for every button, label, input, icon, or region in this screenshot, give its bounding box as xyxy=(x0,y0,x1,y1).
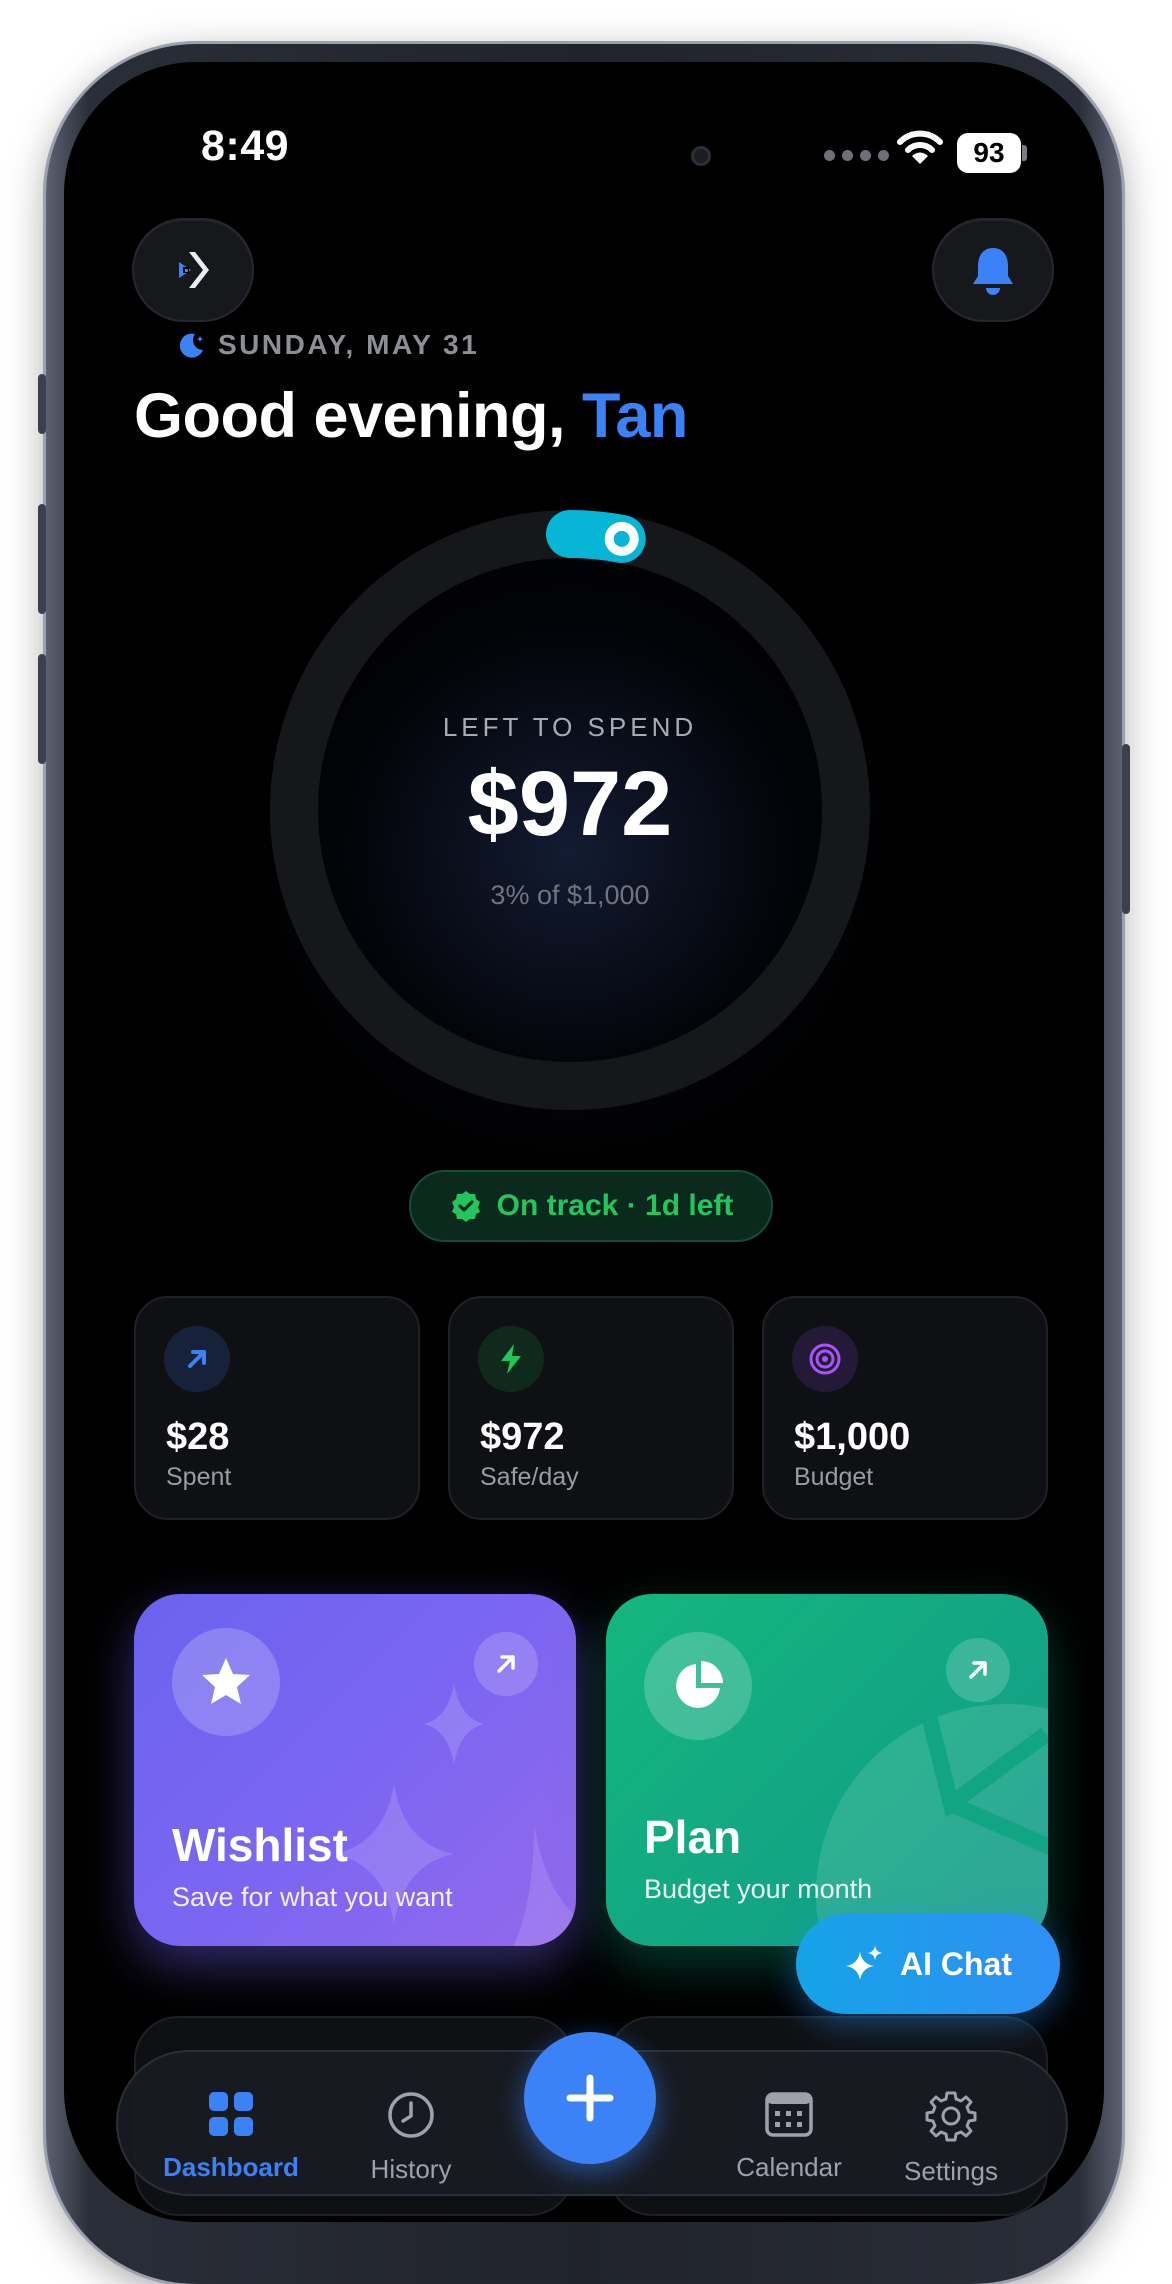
gear-icon xyxy=(925,2091,977,2142)
plus-icon xyxy=(566,2074,614,2122)
tab-label: History xyxy=(370,2154,452,2184)
verified-check-icon xyxy=(451,1191,480,1222)
tab-dashboard[interactable]: Dashboard xyxy=(146,2090,316,2183)
ai-chat-label: AI Chat xyxy=(900,1945,1012,1982)
stat-card-budget[interactable]: $1,000 Budget xyxy=(762,1296,1048,1520)
stat-label: Spent xyxy=(166,1463,232,1491)
pie-chart-decoration-icon xyxy=(816,1702,1048,1946)
battery-indicator: 93 xyxy=(957,133,1021,173)
bell-icon xyxy=(973,248,1013,295)
tab-calendar[interactable]: Calendar xyxy=(704,2090,874,2183)
grid-icon xyxy=(209,2092,253,2136)
target-icon xyxy=(792,1326,858,1392)
stat-label: Safe/day xyxy=(480,1463,579,1491)
plan-title: Plan xyxy=(644,1811,742,1863)
date-line: SUNDAY, MAY 31 xyxy=(176,329,479,361)
on-track-text: On track · 1d left xyxy=(496,1189,734,1222)
stat-label: Budget xyxy=(794,1463,874,1491)
moon-icon xyxy=(179,333,203,358)
battery-tip xyxy=(1022,145,1027,161)
tab-label: Calendar xyxy=(736,2152,842,2182)
wishlist-card[interactable]: Wishlist Save for what you want xyxy=(134,1594,576,1946)
app-logo-button[interactable] xyxy=(132,218,254,322)
sparkles-icon xyxy=(846,1946,882,1980)
left-to-spend-label: LEFT TO SPEND xyxy=(442,712,698,742)
front-camera xyxy=(691,146,711,166)
budget-percent-text: 3% of $1,000 xyxy=(490,880,650,910)
stat-card-spent[interactable]: $28 Spent xyxy=(134,1296,420,1520)
tab-history[interactable]: History xyxy=(326,2090,496,2185)
notifications-button[interactable] xyxy=(932,218,1054,322)
power-button xyxy=(1122,744,1130,914)
current-date: SUNDAY, MAY 31 xyxy=(218,329,480,360)
status-time: 8:49 xyxy=(201,122,290,170)
plan-subtitle: Budget your month xyxy=(644,1874,873,1904)
mute-switch xyxy=(38,374,46,434)
bolt-icon xyxy=(478,1326,544,1392)
left-to-spend-amount: $972 xyxy=(467,753,673,855)
star-icon xyxy=(172,1628,280,1736)
plan-card[interactable]: Plan Budget your month xyxy=(606,1594,1048,1946)
pie-chart-icon xyxy=(644,1632,752,1740)
greeting-text: Good evening, xyxy=(134,381,566,451)
volume-up-button xyxy=(38,504,46,614)
screen: 8:49 93 SUNDAY, MAY 31 Good evening, Tan xyxy=(64,62,1104,2222)
stat-card-safe-per-day[interactable]: $972 Safe/day xyxy=(448,1296,734,1520)
open-plan-arrow-icon xyxy=(946,1638,1010,1702)
tab-label: Settings xyxy=(904,2156,998,2186)
stat-value: $28 xyxy=(166,1416,230,1458)
wifi-icon xyxy=(897,130,943,164)
wishlist-subtitle: Save for what you want xyxy=(172,1882,453,1912)
tab-label: Dashboard xyxy=(163,2152,299,2182)
ai-chat-button[interactable]: AI Chat xyxy=(796,1914,1060,2014)
clock-icon xyxy=(388,2092,434,2138)
app-logo-icon xyxy=(179,252,209,288)
on-track-badge: On track · 1d left xyxy=(409,1170,773,1242)
budget-ring-knob-center xyxy=(613,530,630,547)
add-transaction-button[interactable] xyxy=(524,2032,656,2164)
user-name: Tan xyxy=(582,381,688,451)
tab-settings[interactable]: Settings xyxy=(866,2090,1036,2187)
volume-down-button xyxy=(38,654,46,764)
stat-value: $1,000 xyxy=(794,1416,911,1458)
greeting-title: Good evening, Tan xyxy=(134,380,688,452)
arrow-up-right-icon xyxy=(164,1326,230,1392)
open-wishlist-arrow-icon xyxy=(474,1632,538,1696)
wishlist-title: Wishlist xyxy=(172,1819,348,1871)
calendar-icon xyxy=(765,2092,813,2137)
cellular-signal-icon xyxy=(824,150,889,161)
stat-value: $972 xyxy=(480,1416,565,1458)
